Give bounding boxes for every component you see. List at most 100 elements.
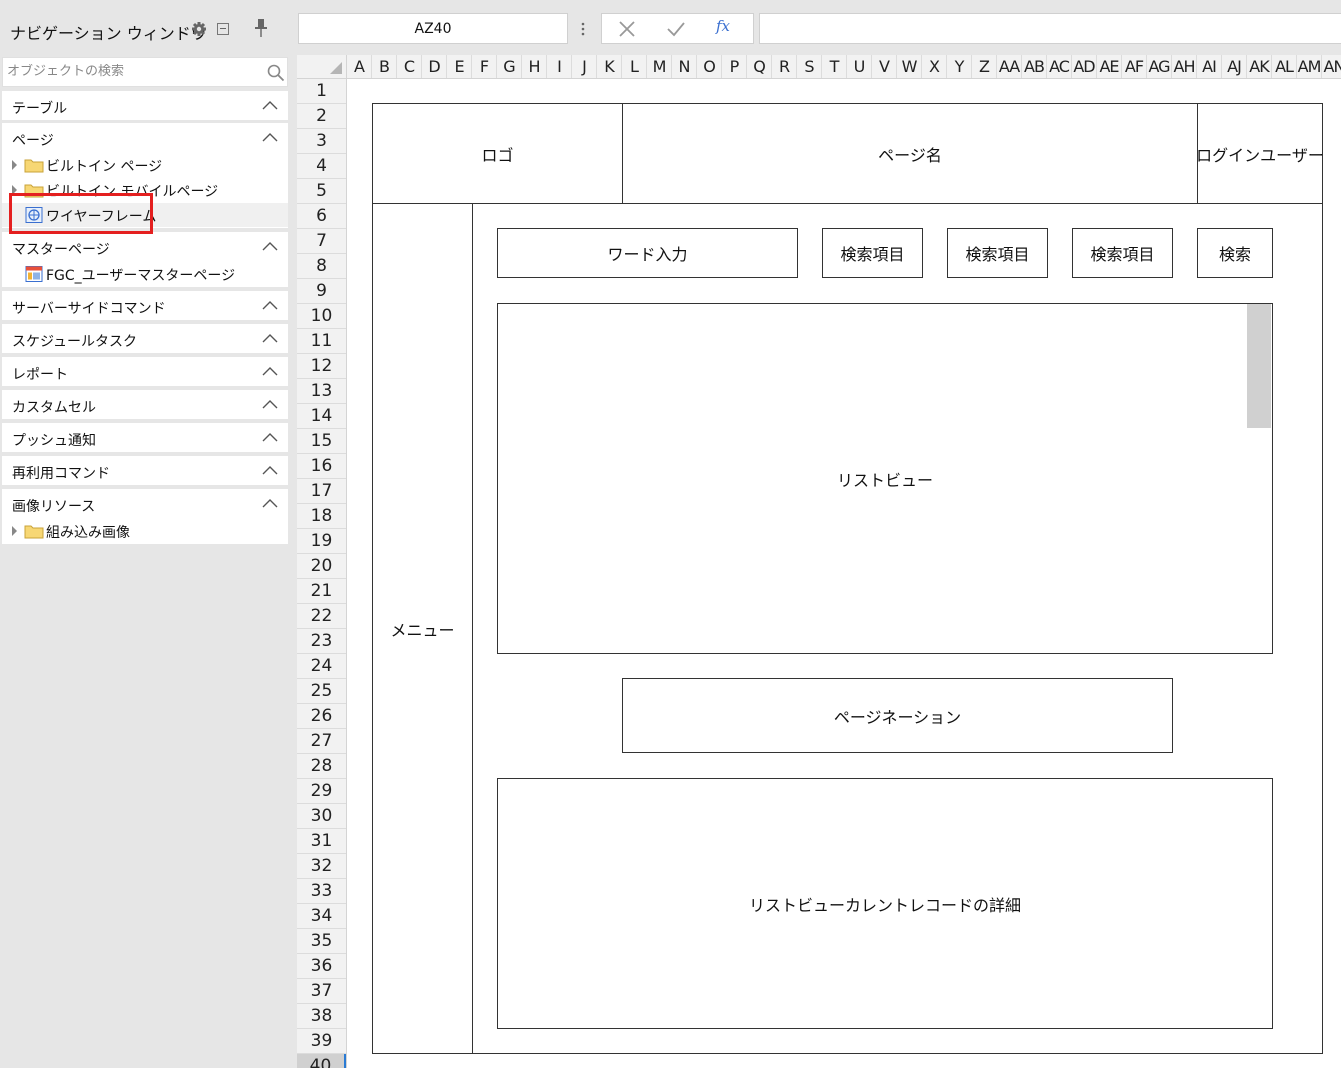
section-scheduled-tasks[interactable]: スケジュールタスク bbox=[2, 324, 288, 353]
column-header[interactable]: Z bbox=[972, 55, 997, 78]
section-tables[interactable]: テーブル bbox=[2, 91, 288, 120]
column-header[interactable]: R bbox=[772, 55, 797, 78]
column-header[interactable]: Y bbox=[947, 55, 972, 78]
column-header[interactable]: AD bbox=[1072, 55, 1097, 78]
object-search-box[interactable] bbox=[2, 57, 288, 87]
section-server-commands[interactable]: サーバーサイドコマンド bbox=[2, 291, 288, 320]
tree-item-builtin-images[interactable]: 組み込み画像 bbox=[2, 519, 288, 543]
row-header[interactable]: 40 bbox=[297, 1054, 346, 1068]
row-header[interactable]: 20 bbox=[297, 554, 346, 579]
pagination-box[interactable]: ページネーション bbox=[622, 678, 1173, 753]
row-header[interactable]: 16 bbox=[297, 454, 346, 479]
row-header[interactable]: 33 bbox=[297, 879, 346, 904]
column-header[interactable]: C bbox=[397, 55, 422, 78]
row-header[interactable]: 37 bbox=[297, 979, 346, 1004]
detail-box[interactable]: リストビューカレントレコードの詳細 bbox=[497, 778, 1273, 1029]
insert-function-button[interactable]: fx bbox=[716, 17, 730, 35]
search-button-box[interactable]: 検索 bbox=[1197, 228, 1273, 278]
row-header[interactable]: 23 bbox=[297, 629, 346, 654]
column-header[interactable]: K bbox=[597, 55, 622, 78]
collapse-all-icon[interactable] bbox=[217, 23, 229, 35]
column-header[interactable]: D bbox=[422, 55, 447, 78]
word-input-box[interactable]: ワード入力 bbox=[497, 228, 798, 278]
page-name-area[interactable]: ページ名 bbox=[623, 104, 1197, 203]
row-header[interactable]: 31 bbox=[297, 829, 346, 854]
row-header[interactable]: 28 bbox=[297, 754, 346, 779]
section-image-resources[interactable]: 画像リソース 組み込み画像 bbox=[2, 489, 288, 544]
chevron-up-icon[interactable] bbox=[262, 100, 278, 110]
row-header[interactable]: 10 bbox=[297, 304, 346, 329]
column-header[interactable]: J bbox=[572, 55, 597, 78]
gear-icon[interactable] bbox=[191, 21, 207, 37]
column-header[interactable]: O bbox=[697, 55, 722, 78]
row-header[interactable]: 18 bbox=[297, 504, 346, 529]
row-header[interactable]: 39 bbox=[297, 1029, 346, 1054]
column-header[interactable]: AF bbox=[1122, 55, 1147, 78]
list-view-scrollbar[interactable] bbox=[1247, 304, 1271, 428]
section-reusable-commands[interactable]: 再利用コマンド bbox=[2, 456, 288, 485]
column-header[interactable]: AE bbox=[1097, 55, 1122, 78]
pin-icon[interactable] bbox=[254, 18, 268, 38]
column-header[interactable]: AL bbox=[1272, 55, 1297, 78]
row-header[interactable]: 1 bbox=[297, 79, 346, 104]
column-header[interactable]: V bbox=[872, 55, 897, 78]
row-header[interactable]: 35 bbox=[297, 929, 346, 954]
row-header[interactable]: 26 bbox=[297, 704, 346, 729]
column-header[interactable]: U bbox=[847, 55, 872, 78]
row-header[interactable]: 32 bbox=[297, 854, 346, 879]
logo-area[interactable]: ロゴ bbox=[373, 104, 622, 203]
search-item-1[interactable]: 検索項目 bbox=[822, 228, 923, 278]
tree-item-wireframe[interactable]: ワイヤーフレーム bbox=[2, 203, 288, 227]
check-icon[interactable] bbox=[666, 20, 686, 38]
row-header[interactable]: 9 bbox=[297, 279, 346, 304]
column-header[interactable]: Q bbox=[747, 55, 772, 78]
list-view-box[interactable]: リストビュー bbox=[497, 303, 1273, 654]
row-header[interactable]: 2 bbox=[297, 104, 346, 129]
chevron-up-icon[interactable] bbox=[262, 132, 278, 142]
object-search-input[interactable] bbox=[7, 64, 257, 79]
search-icon[interactable] bbox=[267, 64, 285, 82]
row-header[interactable]: 13 bbox=[297, 379, 346, 404]
column-header[interactable]: H bbox=[522, 55, 547, 78]
column-header[interactable]: AN bbox=[1322, 55, 1341, 78]
row-header[interactable]: 24 bbox=[297, 654, 346, 679]
expand-arrow-icon[interactable] bbox=[12, 526, 17, 536]
row-header[interactable]: 11 bbox=[297, 329, 346, 354]
column-header[interactable]: AI bbox=[1197, 55, 1222, 78]
chevron-up-icon[interactable] bbox=[262, 300, 278, 310]
row-header[interactable]: 15 bbox=[297, 429, 346, 454]
row-header[interactable]: 21 bbox=[297, 579, 346, 604]
row-header[interactable]: 8 bbox=[297, 254, 346, 279]
section-reports[interactable]: レポート bbox=[2, 357, 288, 386]
column-header[interactable]: L bbox=[622, 55, 647, 78]
column-header[interactable]: A bbox=[347, 55, 372, 78]
column-header[interactable]: F bbox=[472, 55, 497, 78]
tree-item-builtin-pages[interactable]: ビルトイン ページ bbox=[2, 153, 288, 177]
tree-item-builtin-mobile-pages[interactable]: ビルトイン モバイルページ bbox=[2, 178, 288, 202]
column-header[interactable]: AH bbox=[1172, 55, 1197, 78]
row-header[interactable]: 30 bbox=[297, 804, 346, 829]
column-header[interactable]: X bbox=[922, 55, 947, 78]
row-header[interactable]: 7 bbox=[297, 229, 346, 254]
chevron-up-icon[interactable] bbox=[262, 241, 278, 251]
column-header[interactable]: AJ bbox=[1222, 55, 1247, 78]
section-pages[interactable]: ページ ビルトイン ページ ビルトイン モバイルページ ワイヤーフレーム bbox=[2, 123, 288, 228]
row-header[interactable]: 22 bbox=[297, 604, 346, 629]
row-header[interactable]: 3 bbox=[297, 129, 346, 154]
row-header[interactable]: 34 bbox=[297, 904, 346, 929]
cancel-icon[interactable] bbox=[618, 20, 636, 38]
row-header[interactable]: 25 bbox=[297, 679, 346, 704]
chevron-up-icon[interactable] bbox=[262, 366, 278, 376]
column-header[interactable]: W bbox=[897, 55, 922, 78]
row-header[interactable]: 19 bbox=[297, 529, 346, 554]
formula-input[interactable] bbox=[759, 13, 1341, 44]
column-header[interactable]: AK bbox=[1247, 55, 1272, 78]
column-header[interactable]: M bbox=[647, 55, 672, 78]
column-header[interactable]: E bbox=[447, 55, 472, 78]
column-header[interactable]: N bbox=[672, 55, 697, 78]
column-header[interactable]: G bbox=[497, 55, 522, 78]
more-options-icon[interactable] bbox=[578, 20, 588, 38]
row-header[interactable]: 27 bbox=[297, 729, 346, 754]
section-custom-cells[interactable]: カスタムセル bbox=[2, 390, 288, 419]
column-header[interactable]: AA bbox=[997, 55, 1022, 78]
